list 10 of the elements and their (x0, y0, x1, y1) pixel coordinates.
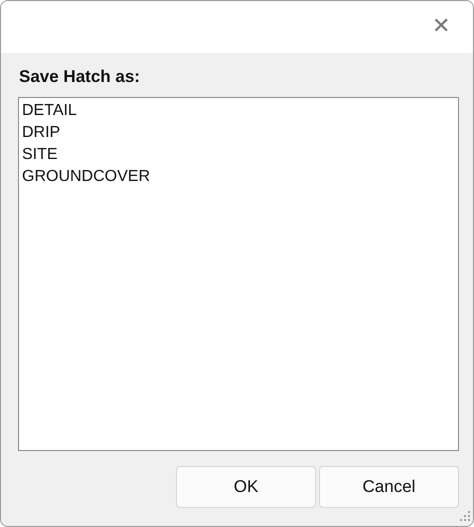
list-item[interactable]: DETAIL (22, 100, 455, 122)
resize-grip-icon[interactable] (459, 511, 471, 523)
close-button[interactable]: ✕ (417, 3, 465, 51)
field-label: Save Hatch as: (19, 67, 141, 87)
name-list[interactable]: DETAIL DRIP SITE GROUNDCOVER (18, 97, 459, 451)
list-item[interactable]: GROUNDCOVER (22, 166, 455, 188)
list-item[interactable]: SITE (22, 144, 455, 166)
dialog-button[interactable]: Cancel (319, 466, 459, 508)
dialog-button[interactable]: OK (176, 466, 316, 508)
list-item[interactable]: DRIP (22, 122, 455, 144)
